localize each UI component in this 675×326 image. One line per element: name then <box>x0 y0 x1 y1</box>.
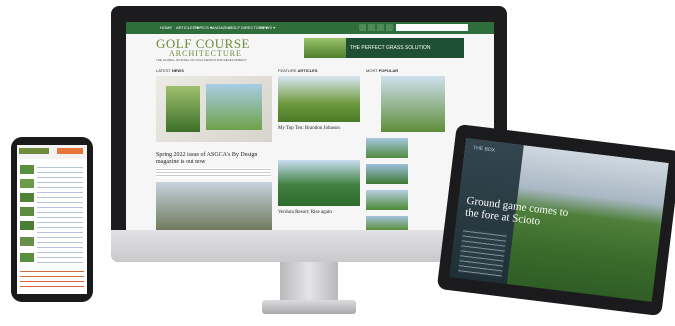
section-most-popular: MOST POPULAR <box>366 68 398 73</box>
article-title[interactable]: My Top Ten: Brandon Johnson <box>278 126 362 132</box>
featured-image-golfer[interactable] <box>278 76 360 122</box>
nav-home[interactable]: HOME <box>160 25 172 30</box>
section-most-label: POPULAR <box>378 68 399 73</box>
top-navigation: HOME ARTICLES ▾ TOPICS ▾ MAGAZINE GOLF D… <box>126 22 494 34</box>
section-feature-prefix: FEATURE <box>278 68 297 73</box>
section-most-prefix: MOST <box>366 68 378 73</box>
phone-logo[interactable] <box>19 148 49 154</box>
popular-thumb[interactable] <box>366 138 408 158</box>
nav-news[interactable]: NEWS ▾ <box>260 25 275 30</box>
section-latest-label: NEWS <box>171 68 184 73</box>
phone-thumb[interactable] <box>20 221 34 230</box>
advert-banner[interactable]: THE PERFECT GRASS SOLUTION <box>304 38 464 58</box>
phone-thumb[interactable] <box>20 165 34 174</box>
twitter-icon[interactable] <box>359 24 366 31</box>
linkedin-icon[interactable] <box>377 24 384 31</box>
phone-thumb[interactable] <box>20 237 34 246</box>
section-feature-articles: FEATURE ARTICLES <box>278 68 318 73</box>
phone-thumb[interactable] <box>20 207 34 216</box>
featured-image-verdura[interactable] <box>278 160 360 206</box>
phone-link-list[interactable] <box>20 269 84 289</box>
rss-icon[interactable] <box>386 24 393 31</box>
popular-image-main[interactable] <box>381 76 445 132</box>
article-title[interactable]: Verdura Resort: Rise again <box>278 210 362 216</box>
search-input[interactable] <box>396 24 468 31</box>
section-latest-prefix: LATEST <box>156 68 171 73</box>
imac-stand-base <box>262 300 356 314</box>
section-feature-label: ARTICLES <box>297 68 318 73</box>
phone-thumb[interactable] <box>20 253 34 262</box>
group-photo[interactable] <box>156 182 272 230</box>
imac-screen: HOME ARTICLES ▾ TOPICS ▾ MAGAZINE GOLF D… <box>126 22 494 230</box>
phone-thumb[interactable] <box>20 193 34 202</box>
nav-topics[interactable]: TOPICS ▾ <box>194 25 212 30</box>
phone-thumb[interactable] <box>20 179 34 188</box>
section-latest-news: LATEST NEWS <box>156 68 184 73</box>
magazine-body-text <box>457 228 507 278</box>
phone-article-list[interactable] <box>37 165 83 265</box>
banner-image <box>304 38 346 58</box>
article-title[interactable]: Spring 2022 issue of ASGCA's By Design m… <box>156 152 271 166</box>
facebook-icon[interactable] <box>368 24 375 31</box>
tablet-screen: THE BOX Ground game comes to the fore at… <box>449 138 669 302</box>
popular-thumb[interactable] <box>366 190 408 210</box>
banner-text: THE PERFECT GRASS SOLUTION <box>350 45 431 51</box>
article-excerpt <box>156 168 271 178</box>
popular-thumb[interactable] <box>366 216 408 230</box>
site-tagline: THE GLOBAL JOURNAL OF GOLF DESIGN AND DE… <box>156 58 247 62</box>
popular-thumb[interactable] <box>366 164 408 184</box>
site-logo-subline: ARCHITECTURE <box>169 49 242 58</box>
magazine-cover-image[interactable] <box>156 76 272 142</box>
phone-screen <box>17 145 87 294</box>
phone-advert[interactable] <box>57 148 83 154</box>
